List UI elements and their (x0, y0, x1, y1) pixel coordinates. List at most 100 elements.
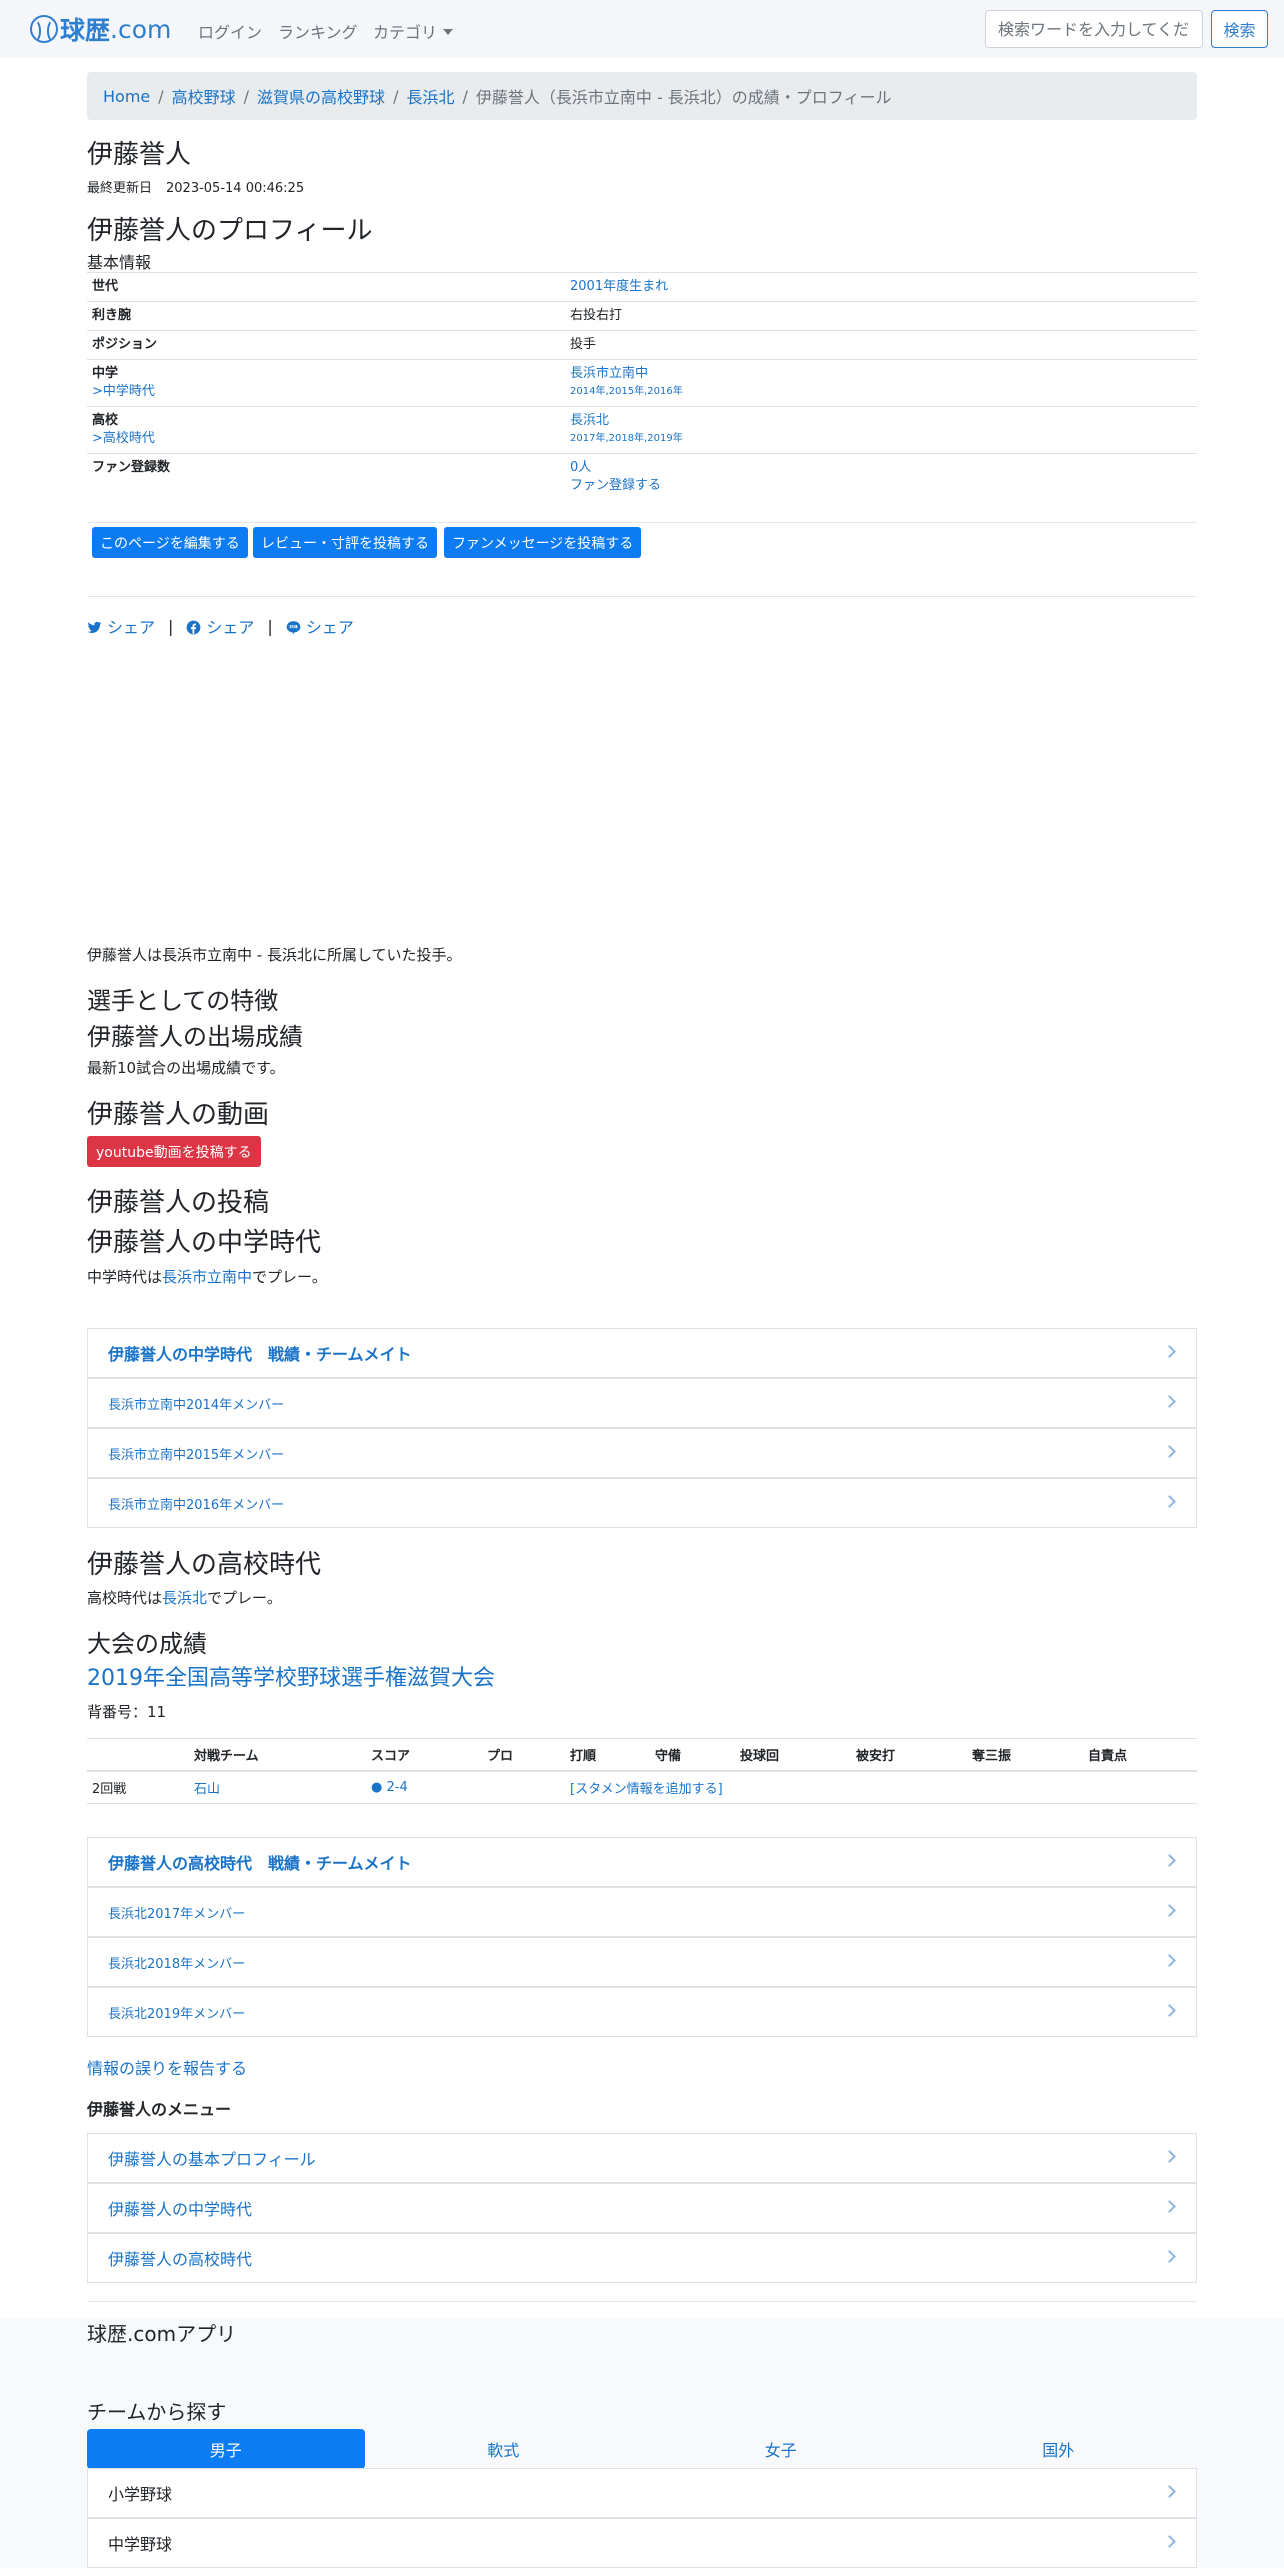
stats-table: 対戦チーム スコア プロ 打順 守備 投球回 被安打 奪三振 自責点 2回戦 石… (87, 1738, 1197, 1804)
hs-text: 高校時代は長浜北でプレー。 (87, 1589, 282, 1607)
chevron-right-icon (1163, 1445, 1176, 1458)
twitter-share-link[interactable]: シェア (87, 614, 155, 638)
teams-heading: チームから探す (87, 2400, 227, 2424)
breadcrumb-current: 伊藤誉人（長浜市立南中 - 長浜北）の成績・プロフィール (475, 88, 892, 107)
nav-category[interactable]: カテゴリ (373, 19, 454, 43)
nav-login[interactable]: ログイン (198, 19, 262, 43)
breadcrumb-team[interactable]: 長浜北 (406, 84, 454, 108)
chevron-right-icon (1163, 2150, 1176, 2163)
search-button[interactable]: 検索 (1211, 10, 1268, 48)
menu-item-hs[interactable]: 伊藤誉人の高校時代 (87, 2233, 1197, 2283)
profile-heading: 伊藤誉人のプロフィール (87, 216, 373, 246)
chevron-right-icon (1163, 1395, 1176, 1408)
nav-ranking[interactable]: ランキング (278, 19, 358, 43)
breadcrumb-shiga[interactable]: 滋賀県の高校野球 (257, 84, 385, 108)
videos-heading: 伊藤誉人の動画 (87, 1100, 270, 1130)
opponent-link[interactable]: 石山 (194, 1782, 220, 1797)
list-item[interactable]: 長浜市立南中2015年メンバー (87, 1428, 1197, 1478)
chevron-right-icon (1163, 2485, 1176, 2498)
tab-girls[interactable]: 女子 (642, 2429, 920, 2469)
list-item[interactable]: 長浜北2018年メンバー (87, 1937, 1197, 1987)
table-row: 世代 2001年度生まれ (87, 272, 1197, 302)
generation-link[interactable]: 2001年度生まれ (570, 279, 668, 294)
uniform-number: 背番号：11 (87, 1703, 167, 1721)
add-starting-info-link[interactable]: [スタメン情報を追加する] (570, 1782, 723, 1797)
basic-info-heading: 基本情報 (87, 253, 152, 272)
table-row: 中学 >中学時代 長浜市立南中 2014年,2015年,2016年 (87, 359, 1197, 407)
breadcrumb-home[interactable]: Home (103, 87, 150, 106)
posts-heading: 伊藤誉人の投稿 (87, 1188, 270, 1218)
features-heading: 選手としての特徴 (87, 987, 279, 1015)
breadcrumb-highschool[interactable]: 高校野球 (172, 84, 236, 108)
team-tabs: 男子 軟式 女子 国外 (87, 2429, 1197, 2469)
list-item-elementary[interactable]: 小学野球 (87, 2468, 1197, 2518)
results-heading: 伊藤誉人の出場成績 (87, 1023, 303, 1051)
table-row: 利き腕 右投右打 (87, 301, 1197, 331)
site-logo[interactable]: 球歴 .com (30, 13, 171, 45)
tab-softball[interactable]: 軟式 (365, 2429, 643, 2469)
hs-heading: 伊藤誉人の高校時代 (87, 1550, 322, 1580)
last-updated: 最終更新日 2023-05-14 00:46:25 (87, 181, 305, 196)
list-item-junior-high[interactable]: 中学野球 (87, 2518, 1197, 2568)
post-fan-message-button[interactable]: ファンメッセージを投稿する (444, 527, 642, 558)
profile-table: 世代 2001年度生まれ 利き腕 右投右打 ポジション 投手 中学 >中学時代 長… (87, 272, 1197, 518)
table-row: 2回戦 石山 ● 2-4 [スタメン情報を追加する] (87, 1771, 1197, 1804)
line-share-link[interactable]: シェア (286, 614, 354, 638)
app-heading: 球歴.comアプリ (87, 2322, 237, 2346)
navbar: 球歴 .com ログイン ランキング カテゴリ 検索 (0, 0, 1284, 58)
jhs-era-link[interactable]: >中学時代 (92, 384, 155, 399)
jhs-team-link[interactable]: 長浜市立南中 (570, 366, 648, 381)
chevron-right-icon (1163, 1904, 1176, 1917)
hs-era-link[interactable]: >高校時代 (92, 431, 155, 446)
chevron-right-icon (1163, 1954, 1176, 1967)
post-review-button[interactable]: レビュー・寸評を投稿する (253, 527, 437, 558)
jhs-list-head[interactable]: 伊藤誉人の中学時代 戦績・チームメイト (87, 1328, 1197, 1378)
line-icon (286, 621, 301, 635)
chevron-right-icon (1163, 2004, 1176, 2017)
list-item[interactable]: 長浜北2019年メンバー (87, 1987, 1197, 2037)
list-item[interactable]: 長浜市立南中2016年メンバー (87, 1478, 1197, 1528)
chevron-right-icon (1163, 1854, 1176, 1867)
table-row: ファン登録数 0人 ファン登録する (87, 453, 1197, 518)
hs-team-link[interactable]: 長浜北 (570, 413, 609, 428)
list-item[interactable]: 長浜市立南中2014年メンバー (87, 1378, 1197, 1428)
table-row: 高校 >高校時代 長浜北 2017年,2018年,2019年 (87, 406, 1197, 454)
edit-page-button[interactable]: このページを編集する (92, 527, 248, 558)
facebook-icon (187, 620, 201, 635)
menu-item-jhs[interactable]: 伊藤誉人の中学時代 (87, 2183, 1197, 2233)
menu-item-profile[interactable]: 伊藤誉人の基本プロフィール (87, 2133, 1197, 2183)
player-menu-heading: 伊藤誉人のメニュー (87, 2100, 232, 2119)
jhs-heading: 伊藤誉人の中学時代 (87, 1228, 322, 1258)
facebook-share-link[interactable]: シェア (186, 614, 254, 638)
baseball-icon (30, 15, 58, 43)
tournament-link[interactable]: 2019年全国高等学校野球選手権滋賀大会 (87, 1660, 495, 1692)
tab-boys[interactable]: 男子 (87, 2429, 365, 2469)
tab-overseas[interactable]: 国外 (920, 2429, 1198, 2469)
table-header-row: 対戦チーム スコア プロ 打順 守備 投球回 被安打 奪三振 自責点 (87, 1738, 1197, 1772)
page-title: 伊藤誉人 (87, 140, 192, 170)
chevron-right-icon (1163, 2535, 1176, 2548)
twitter-icon (87, 621, 102, 633)
jhs-team-inline-link[interactable]: 長浜市立南中 (162, 1268, 252, 1286)
score-link[interactable]: ● 2-4 (371, 1780, 408, 1795)
post-youtube-button[interactable]: youtube動画を投稿する (87, 1136, 261, 1167)
chevron-right-icon (1163, 2200, 1176, 2213)
share-bar: シェア | シェア | シェア (87, 614, 354, 638)
jhs-text: 中学時代は長浜市立南中でプレー。 (87, 1268, 327, 1286)
breadcrumb: Home / 高校野球 / 滋賀県の高校野球 / 長浜北 / 伊藤誉人（長浜市立… (87, 72, 1197, 120)
chevron-right-icon (1163, 2250, 1176, 2263)
fan-register-link[interactable]: ファン登録する (570, 478, 661, 493)
fan-count-link[interactable]: 0人 (570, 460, 591, 475)
tournament-heading: 大会の成績 (87, 1630, 207, 1658)
hs-team-inline-link[interactable]: 長浜北 (162, 1589, 207, 1607)
chevron-right-icon (1163, 1345, 1176, 1358)
caret-down-icon (443, 29, 454, 35)
list-item[interactable]: 長浜北2017年メンバー (87, 1887, 1197, 1937)
table-row: ポジション 投手 (87, 330, 1197, 360)
report-error-link[interactable]: 情報の誤りを報告する (87, 2055, 247, 2079)
player-intro: 伊藤誉人は長浜市立南中 - 長浜北に所属していた投手。 (87, 946, 462, 964)
results-note: 最新10試合の出場成績です。 (87, 1059, 285, 1077)
search-input[interactable] (985, 10, 1203, 48)
chevron-right-icon (1163, 1495, 1176, 1508)
hs-list-head[interactable]: 伊藤誉人の高校時代 戦績・チームメイト (87, 1837, 1197, 1887)
